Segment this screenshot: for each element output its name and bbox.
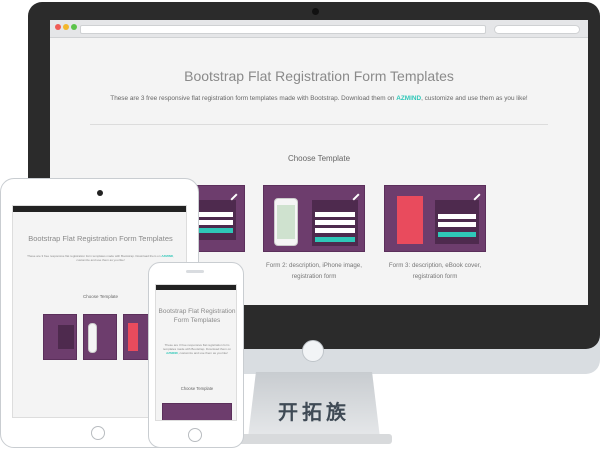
iphone-choose-heading: Choose Template (180, 386, 214, 391)
mini-form (196, 200, 236, 240)
map-image (277, 205, 295, 239)
ipad-page-description: These are 3 free responsive flat registr… (27, 254, 174, 262)
minimize-window-icon[interactable] (63, 24, 69, 30)
browser-search-field[interactable] (494, 25, 580, 34)
ipad-thumb-1[interactable] (43, 314, 77, 360)
iphone-status-bar (156, 285, 236, 290)
ipad-page-title: Bootstrap Flat Registration Form Templat… (28, 234, 173, 243)
browser-toolbar (50, 20, 588, 38)
ipad-camera-icon (97, 190, 103, 196)
template-thumb-form3[interactable] (384, 185, 486, 252)
iphone-thumb-1[interactable] (162, 403, 232, 420)
ipad-thumb-2[interactable] (83, 314, 117, 360)
maximize-window-icon[interactable] (71, 24, 77, 30)
iphone-image (274, 198, 298, 246)
stand-logo-text: 开拓族 (278, 400, 350, 424)
mini-form (435, 200, 479, 244)
template-caption-form2: Form 2: description, iPhone image, regis… (266, 262, 362, 280)
iphone-page-title: Bootstrap Flat Registration Form Templat… (158, 308, 236, 324)
address-bar[interactable] (80, 25, 486, 34)
page-description: These are 3 free responsive flat registr… (110, 95, 528, 102)
divider (90, 124, 548, 125)
monitor-logo-icon (302, 340, 324, 362)
ebook-cover (397, 196, 423, 244)
mini-form (312, 200, 358, 246)
choose-template-heading: Choose Template (287, 154, 351, 163)
close-window-icon[interactable] (55, 24, 61, 30)
template-thumb-form2[interactable] (263, 185, 365, 252)
azmind-link[interactable]: AZMIND (396, 95, 421, 102)
ipad-home-button[interactable] (91, 426, 105, 440)
iphone-screen: Bootstrap Flat Registration Form Templat… (155, 284, 237, 421)
page-title: Bootstrap Flat Registration Form Templat… (184, 68, 454, 84)
iphone-speaker (186, 270, 204, 273)
monitor-stand-base (236, 434, 392, 444)
iphone-page-description: These are 3 free responsive flat registr… (163, 343, 231, 355)
iphone-home-button[interactable] (188, 428, 202, 442)
camera-icon (312, 8, 319, 15)
template-caption-form3: Form 3: description, eBook cover, regist… (388, 262, 482, 280)
ipad-status-bar (13, 206, 186, 212)
